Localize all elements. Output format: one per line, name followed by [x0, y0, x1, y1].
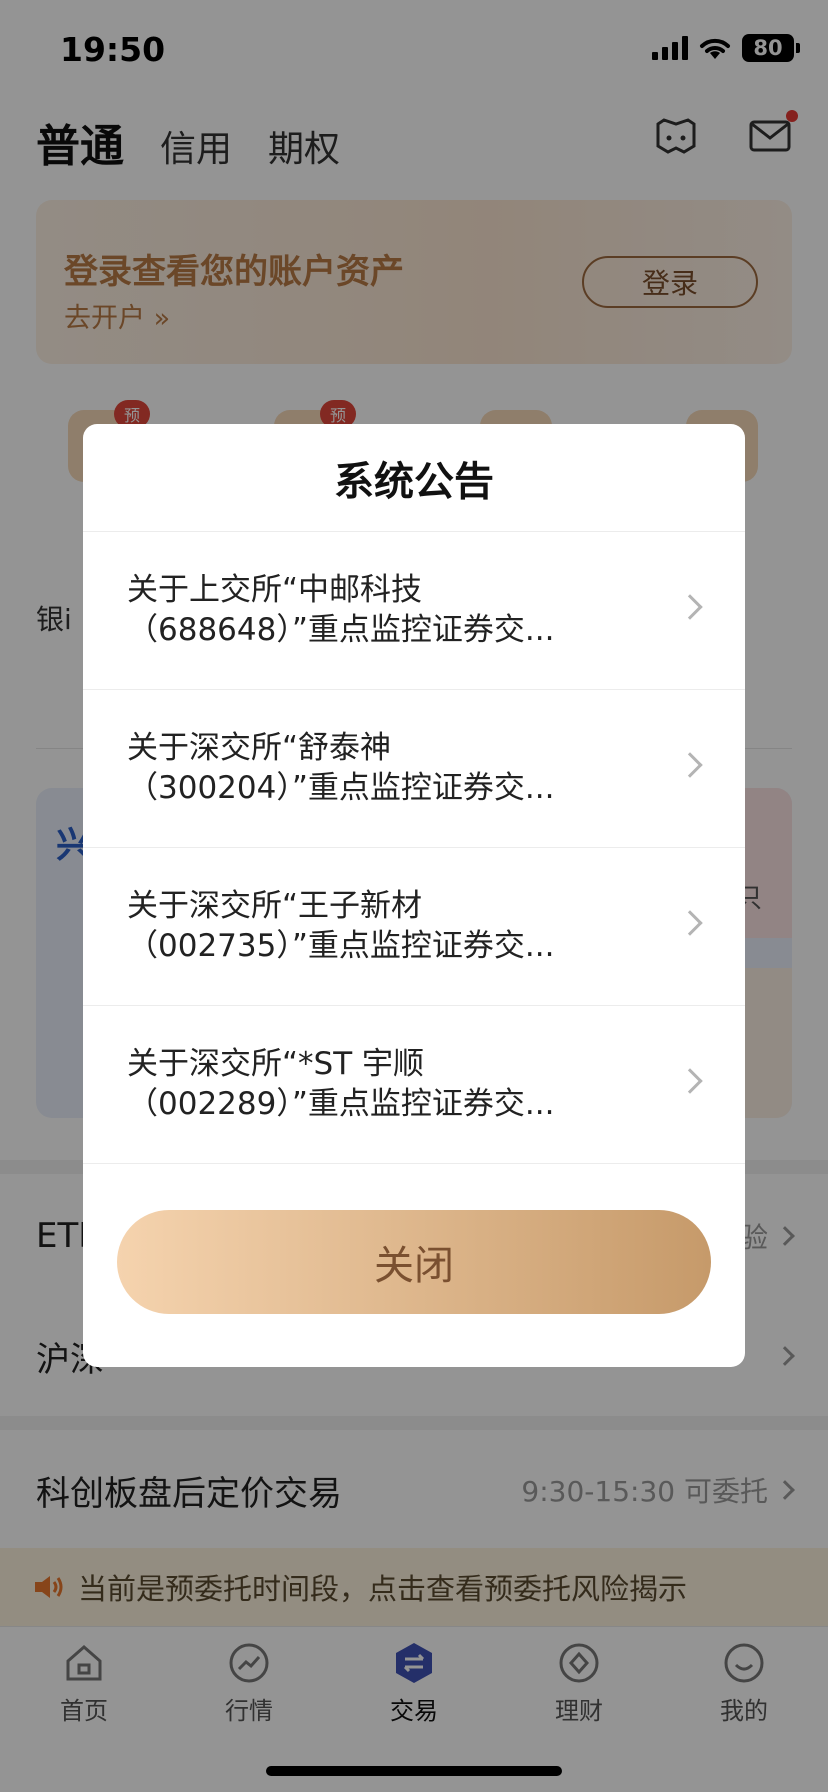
announcement-line1: 关于深交所“舒泰神	[127, 730, 392, 766]
close-button[interactable]: 关闭	[117, 1210, 711, 1314]
announcement-line2: （688648）”重点监控证券交...	[127, 612, 555, 648]
chevron-right-icon	[677, 594, 703, 620]
announcement-line1: 关于深交所“王子新材	[127, 888, 423, 924]
chevron-right-icon	[677, 1068, 703, 1094]
announcement-line2: （002289）”重点监控证券交...	[127, 1086, 555, 1122]
announcement-line2: （300204）”重点监控证券交...	[127, 770, 555, 806]
system-announcement-dialog: 系统公告 关于上交所“中邮科技 （688648）”重点监控证券交... 关于深交…	[83, 424, 745, 1367]
dialog-title: 系统公告	[83, 424, 745, 532]
announcement-line2: （002735）”重点监控证券交...	[127, 928, 555, 964]
announcement-line1: 关于上交所“中邮科技	[127, 572, 423, 608]
chevron-right-icon	[677, 752, 703, 778]
announcement-line1: 关于深交所“*ST 宇顺	[127, 1046, 425, 1082]
announcement-item[interactable]: 关于深交所“*ST 宇顺 （002289）”重点监控证券交...	[83, 1006, 745, 1164]
announcement-item[interactable]: 关于深交所“王子新材 （002735）”重点监控证券交...	[83, 848, 745, 1006]
chevron-right-icon	[677, 910, 703, 936]
announcement-item[interactable]: 关于上交所“中邮科技 （688648）”重点监控证券交...	[83, 532, 745, 690]
announcement-item[interactable]: 关于深交所“舒泰神 （300204）”重点监控证券交...	[83, 690, 745, 848]
